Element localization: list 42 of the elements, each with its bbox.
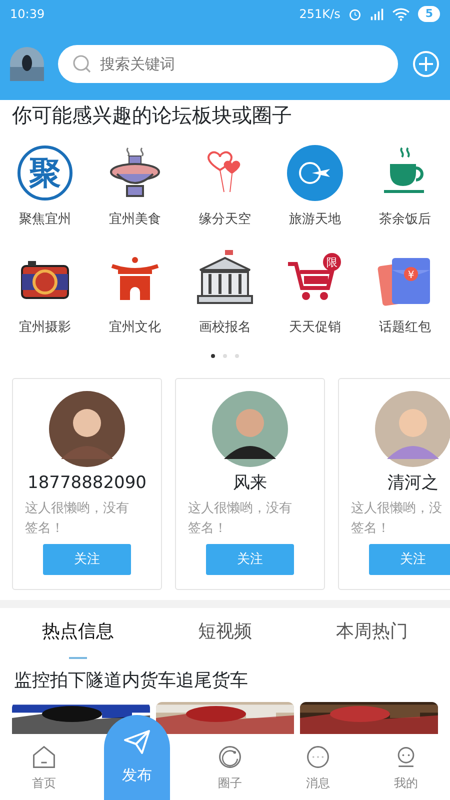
page-indicator-dot[interactable]: [223, 354, 227, 358]
tab[interactable]: 本周热门: [336, 608, 408, 659]
forum-label[interactable]: 画校报名: [199, 318, 251, 338]
circle-icon: [217, 744, 243, 770]
forum-label[interactable]: 聚焦宜州: [19, 210, 71, 230]
wifi-icon: [392, 7, 410, 21]
alarm-icon: [348, 7, 362, 21]
nav-tab[interactable]: 我的: [362, 735, 450, 800]
battery-indicator: 5: [418, 6, 440, 22]
user-bio: 这人很懒哟，没有 签名！: [188, 500, 293, 538]
page-indicator-dot[interactable]: [211, 354, 215, 358]
forum-label[interactable]: 宜州摄影: [19, 318, 71, 338]
chat-bubble-icon: [305, 744, 331, 770]
forum-label[interactable]: 旅游天地: [289, 210, 341, 230]
network-speed: 251K/s: [299, 6, 340, 23]
forum-label[interactable]: 话题红包: [379, 318, 431, 338]
forum-label[interactable]: 缘分天空: [199, 210, 251, 230]
nav-tab[interactable]: 首页: [0, 735, 88, 800]
forum-label[interactable]: 天天促销: [289, 318, 341, 338]
add-icon[interactable]: [412, 50, 440, 78]
forum-label[interactable]: 宜州文化: [109, 318, 161, 338]
user-bio: 这人很懒哟，没 签名！: [351, 500, 443, 538]
user-bio: 这人很懒哟，没有 签名！: [25, 500, 130, 538]
forum-label[interactable]: 茶余饭后: [379, 210, 431, 230]
headline[interactable]: 监控拍下隧道内货车追尾货车: [0, 659, 450, 694]
page-indicator-dot[interactable]: [235, 354, 239, 358]
home-icon: [31, 744, 57, 770]
signal-icon: [370, 7, 384, 21]
tab[interactable]: 热点信息: [42, 608, 114, 659]
forum-label[interactable]: 宜州美食: [109, 210, 161, 230]
section-title: 你可能感兴趣的论坛板块或圈子: [11, 102, 293, 128]
search-field[interactable]: 搜索关键词: [58, 45, 398, 83]
user-name: 清河之: [386, 472, 440, 495]
paper-plane-icon: [123, 728, 151, 756]
nav-tab[interactable]: 圈子: [186, 735, 274, 800]
user-name: 18778882090: [26, 472, 148, 495]
tab[interactable]: 短视频: [198, 608, 252, 659]
search-icon: [72, 54, 92, 74]
nav-tab[interactable]: 消息: [274, 735, 362, 800]
status-time: 10:39: [10, 6, 45, 23]
avatar[interactable]: [10, 47, 44, 81]
user-name: 风来: [232, 472, 268, 495]
